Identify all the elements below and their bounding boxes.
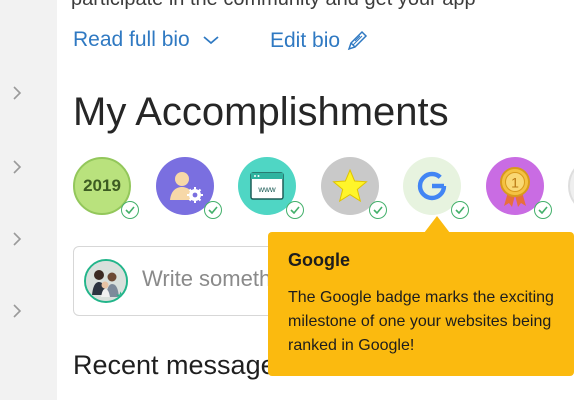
page-title: My Accomplishments [73,90,449,134]
chevron-right-icon[interactable] [12,160,22,174]
badge-tooltip: Google The Google badge marks the exciti… [268,232,574,376]
checkmark-icon [451,201,469,219]
badge-star[interactable] [321,157,387,219]
badge-google[interactable] [403,157,469,219]
badge-profile[interactable] [156,157,222,219]
left-rail [0,0,40,400]
chevron-right-icon[interactable] [12,304,22,318]
pencil-icon [347,30,368,51]
badge-2019[interactable]: 2019 [73,157,139,219]
section-title-recent-messages: Recent messages [73,350,290,380]
tooltip-body: The Google badge marks the exciting mile… [288,289,554,354]
svg-text:www: www [257,185,276,194]
badge-year-label: 2019 [83,176,121,195]
star-icon: ★ [115,289,126,303]
edit-bio-label: Edit bio [270,29,341,52]
read-full-bio-label: Read full bio [73,28,190,51]
badge-first-place[interactable]: 1 [486,157,552,219]
chevron-down-icon [203,36,219,45]
checkmark-icon [369,201,387,219]
chevron-right-icon[interactable] [12,86,22,100]
checkmark-icon [204,201,222,219]
badge-website[interactable]: www [238,157,304,219]
svg-text:1: 1 [511,175,519,191]
read-full-bio-link[interactable]: Read full bio [73,28,220,52]
checkmark-icon [534,201,552,219]
avatar[interactable]: ★ [84,259,128,303]
checkmark-icon [286,201,304,219]
edit-bio-link[interactable]: Edit bio [270,28,370,54]
bio-text: participate in the community and get you… [71,0,476,11]
badge-partial[interactable] [568,157,574,215]
checkmark-icon [121,201,139,219]
tooltip-title: Google [288,250,350,270]
tooltip-arrow [424,216,450,233]
chevron-right-icon[interactable] [12,232,22,246]
